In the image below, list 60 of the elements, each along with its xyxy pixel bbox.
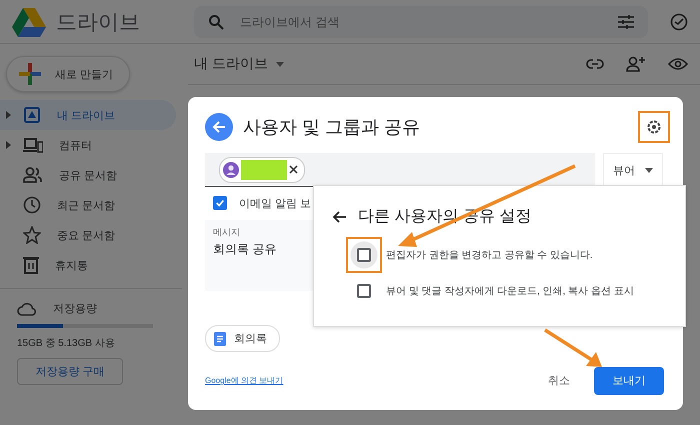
drive-icon [23, 106, 41, 124]
back-icon[interactable] [205, 113, 233, 141]
filter-icon[interactable] [618, 14, 634, 28]
attachment-chip[interactable]: 회의록 [205, 325, 280, 352]
app-name: 드라이브 [56, 10, 140, 36]
message-field[interactable]: 메시지 회의록 공유 [205, 220, 313, 291]
settings-button[interactable] [638, 111, 670, 143]
search-bar[interactable]: 드라이브에서 검색 [194, 6, 648, 38]
option-label: 편집자가 권한을 변경하고 공유할 수 있습니다. [386, 249, 593, 262]
search-input[interactable]: 드라이브에서 검색 [238, 14, 604, 30]
computer-icon [23, 137, 43, 153]
drive-logo-icon [12, 6, 46, 36]
plus-icon [19, 63, 41, 85]
notify-checkbox[interactable] [213, 196, 227, 210]
clock-icon [23, 196, 41, 214]
new-button[interactable]: 새로 만들기 [6, 56, 130, 92]
search-icon [208, 14, 224, 30]
option-checkbox[interactable] [357, 284, 371, 298]
star-icon [23, 226, 41, 244]
recipient-field[interactable] [205, 153, 595, 187]
cancel-button[interactable]: 취소 [534, 365, 584, 396]
expand-arrow-icon[interactable] [6, 111, 11, 119]
people-icon [23, 167, 43, 183]
buy-storage-button[interactable]: 저장용량 구매 [17, 358, 123, 385]
check-icon [215, 197, 225, 210]
notify-label: 이메일 알림 보 [239, 196, 312, 211]
message-text: 회의록 공유 [213, 240, 278, 258]
back-arrow-icon[interactable] [332, 210, 346, 222]
feedback-link[interactable]: Google에 의견 보내기 [205, 375, 284, 386]
cloud-icon [17, 302, 37, 316]
check-circle-icon[interactable] [670, 12, 688, 30]
sidebar-item[interactable]: 중요 문서함 [0, 220, 176, 250]
document-icon [214, 332, 226, 346]
annotation-arrow [544, 328, 602, 367]
add-person-icon[interactable] [626, 56, 646, 72]
link-icon[interactable] [586, 59, 604, 69]
message-label: 메시지 [213, 226, 241, 239]
avatar-icon [223, 162, 239, 178]
dropdown-arrow-icon [645, 168, 653, 172]
attachment-name: 회의록 [234, 332, 267, 346]
trash-icon [23, 256, 39, 274]
dropdown-arrow-icon[interactable] [276, 62, 284, 66]
breadcrumb[interactable]: 내 드라이브 [194, 55, 268, 73]
option-checkbox[interactable] [357, 248, 371, 262]
sidebar-item[interactable]: 공유 문서함 [0, 160, 176, 190]
settings-icon [645, 118, 663, 136]
send-button[interactable]: 보내기 [594, 366, 664, 394]
storage-label: 저장용량 [53, 302, 97, 316]
option-label: 뷰어 및 댓글 작성자에게 다운로드, 인쇄, 복사 옵션 표시 [386, 285, 634, 298]
remove-icon[interactable] [289, 165, 298, 174]
sidebar-item[interactable]: 휴지통 [0, 250, 176, 280]
role-dropdown[interactable]: 뷰어 [603, 153, 663, 187]
sidebar-item[interactable]: 최근 문서함 [0, 190, 176, 220]
sidebar-item[interactable]: 내 드라이브 [0, 100, 176, 130]
storage-usage-text: 15GB 중 5.13GB 사용 [17, 337, 116, 350]
sidebar-item[interactable]: 컴퓨터 [0, 130, 176, 160]
expand-arrow-icon[interactable] [6, 141, 11, 149]
dialog-title: 사용자 및 그룹과 공유 [243, 116, 420, 139]
recipient-chip[interactable] [219, 156, 305, 182]
eye-icon[interactable] [668, 58, 688, 70]
